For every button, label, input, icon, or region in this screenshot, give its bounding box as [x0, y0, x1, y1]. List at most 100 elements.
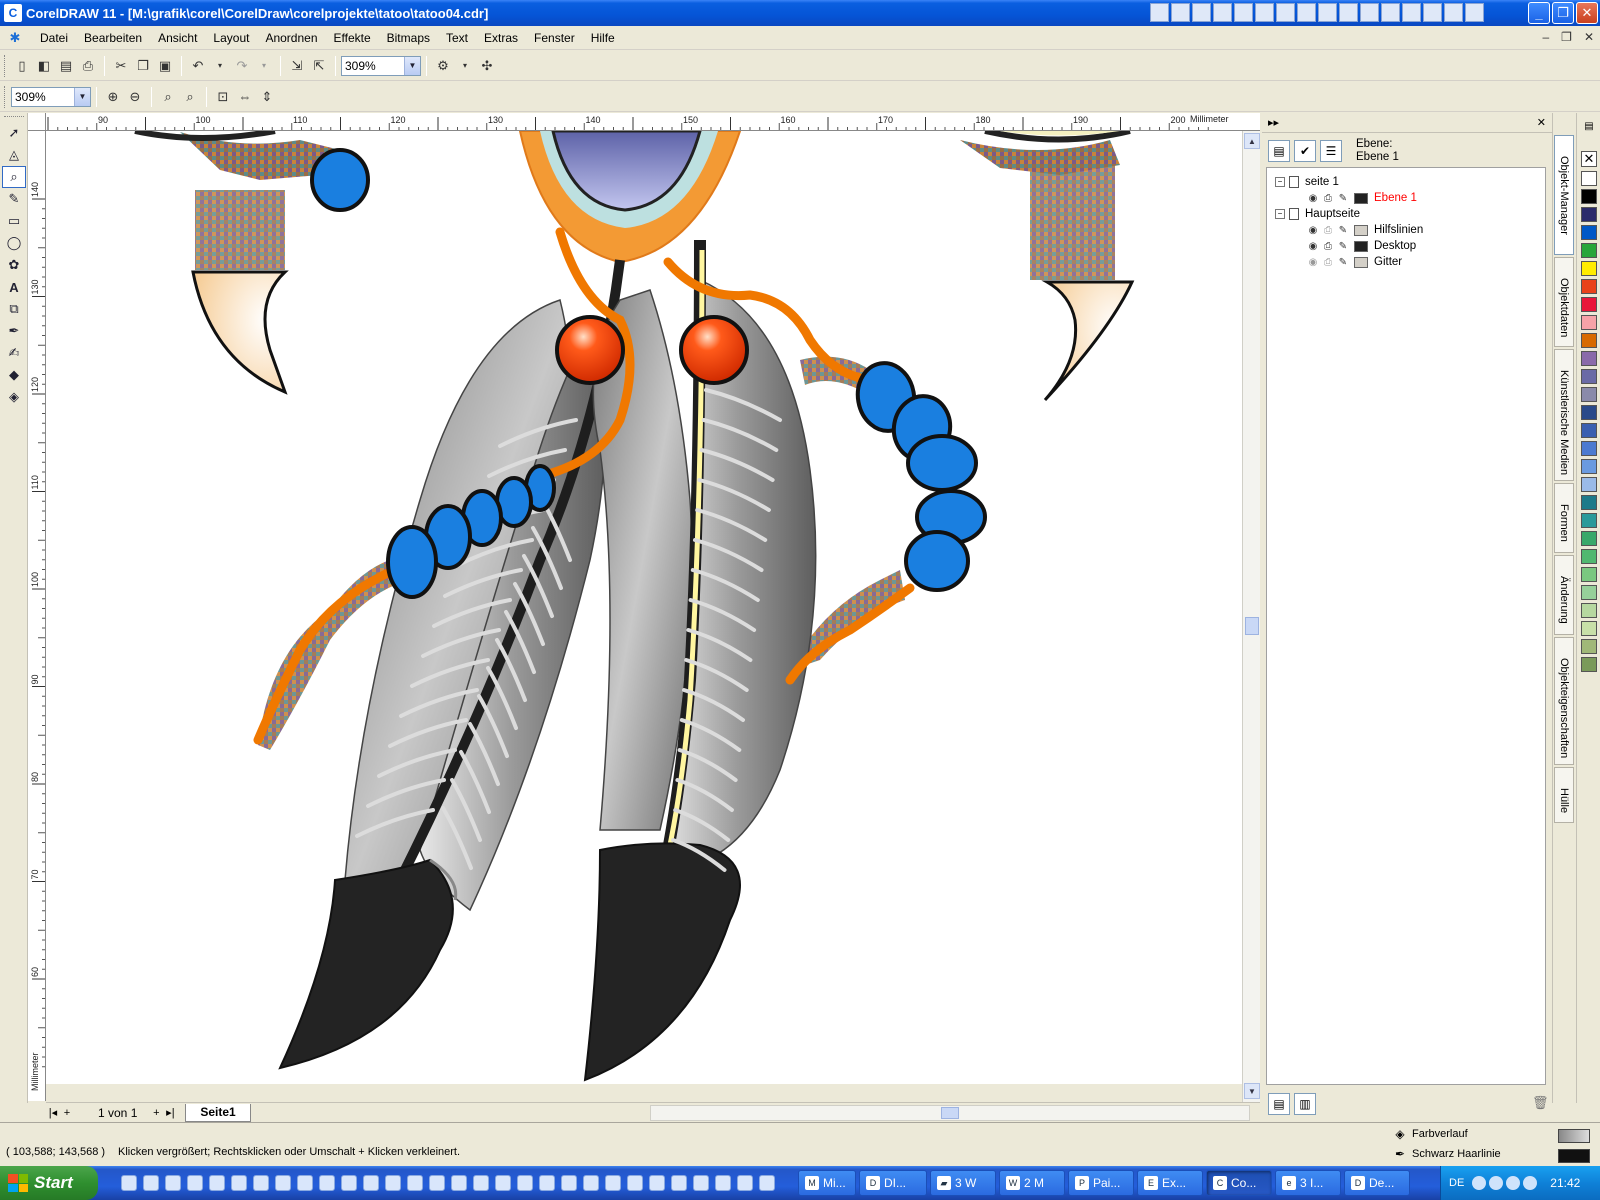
- quicklaunch-icon[interactable]: [715, 1175, 731, 1191]
- quicklaunch-icon[interactable]: [671, 1175, 687, 1191]
- shortcut-icon[interactable]: [1192, 3, 1211, 22]
- task-button-pai[interactable]: P Pai...: [1068, 1170, 1134, 1196]
- palette-swatch[interactable]: [1581, 531, 1597, 546]
- quicklaunch-icon[interactable]: [649, 1175, 665, 1191]
- object-tree[interactable]: − seite 1 ◉ ⎙ ✎ Ebene 1 − Hauptseite ◉ ⎙…: [1266, 167, 1546, 1085]
- menu-bitmaps[interactable]: Bitmaps: [379, 26, 438, 50]
- quicklaunch-icon[interactable]: [517, 1175, 533, 1191]
- palette-swatch[interactable]: [1581, 243, 1597, 258]
- new-master-layer-icon[interactable]: ▥: [1294, 1093, 1316, 1115]
- shortcut-icon[interactable]: [1381, 3, 1400, 22]
- menu-hilfe[interactable]: Hilfe: [583, 26, 623, 50]
- shortcut-icon[interactable]: [1360, 3, 1379, 22]
- palette-swatch[interactable]: [1581, 333, 1597, 348]
- delete-layer-icon[interactable]: 🗑: [1532, 1095, 1549, 1111]
- show-properties-icon[interactable]: ▤: [1268, 140, 1290, 162]
- shortcut-icon[interactable]: [1213, 3, 1232, 22]
- shortcut-icon[interactable]: [1276, 3, 1295, 22]
- eye-icon[interactable]: ◉: [1307, 240, 1319, 252]
- collapse-icon[interactable]: −: [1275, 209, 1285, 219]
- page-tab-seite1[interactable]: Seite1: [185, 1103, 251, 1122]
- outline-tool-icon[interactable]: ✍: [2, 342, 26, 364]
- layer-color-swatch[interactable]: [1354, 240, 1368, 252]
- palette-swatch[interactable]: [1581, 369, 1597, 384]
- zoom-to-width-icon[interactable]: ⇔: [235, 87, 255, 107]
- chevron-down-icon[interactable]: ▼: [404, 56, 420, 75]
- tree-row-desktop[interactable]: ◉ ⎙ ✎ Desktop: [1267, 238, 1545, 254]
- save-icon[interactable]: ▤: [56, 56, 76, 76]
- tray-icon[interactable]: [1489, 1176, 1504, 1190]
- tree-row-ebene1[interactable]: ◉ ⎙ ✎ Ebene 1: [1267, 190, 1545, 206]
- fill-swatch[interactable]: [1558, 1129, 1590, 1143]
- drawing-canvas[interactable]: [46, 131, 1242, 1084]
- doc-minimize-icon[interactable]: –: [1542, 30, 1549, 44]
- quicklaunch-icon[interactable]: [253, 1175, 269, 1191]
- palette-menu-icon[interactable]: ▤: [1581, 121, 1597, 135]
- scroll-down-icon[interactable]: ▼: [1244, 1083, 1260, 1099]
- shortcut-icon[interactable]: [1150, 3, 1169, 22]
- redo-icon[interactable]: ↷: [232, 56, 252, 76]
- shortcut-icon[interactable]: [1402, 3, 1421, 22]
- collapse-icon[interactable]: −: [1275, 177, 1285, 187]
- zoom-to-selected-icon[interactable]: ⌕: [158, 87, 178, 107]
- task-button-mi[interactable]: M Mi...: [798, 1170, 856, 1196]
- quicklaunch-icon[interactable]: [165, 1175, 181, 1191]
- eye-icon[interactable]: ◉: [1307, 192, 1319, 204]
- tree-row-hauptseite[interactable]: − Hauptseite: [1267, 206, 1545, 222]
- layer-manager-view-icon[interactable]: ☰: [1320, 140, 1342, 162]
- quicklaunch-icon[interactable]: [319, 1175, 335, 1191]
- palette-swatch[interactable]: [1581, 423, 1597, 438]
- tab-aenderung[interactable]: Änderung: [1554, 555, 1574, 635]
- quicklaunch-icon[interactable]: [539, 1175, 555, 1191]
- doc-restore-icon[interactable]: ❐: [1561, 30, 1572, 44]
- quicklaunch-icon[interactable]: [297, 1175, 313, 1191]
- tray-icon[interactable]: [1506, 1176, 1521, 1190]
- palette-swatch[interactable]: [1581, 279, 1597, 294]
- layer-color-swatch[interactable]: [1354, 256, 1368, 268]
- menu-fenster[interactable]: Fenster: [526, 26, 583, 50]
- quicklaunch-icon[interactable]: [429, 1175, 445, 1191]
- new-icon[interactable]: ▯: [12, 56, 32, 76]
- zoom-to-height-icon[interactable]: ⇕: [257, 87, 277, 107]
- eyedropper-tool-icon[interactable]: ✒: [2, 320, 26, 342]
- outline-info[interactable]: ✒ Schwarz Haarlinie: [1392, 1147, 1501, 1161]
- pencil-icon[interactable]: ✎: [1337, 192, 1349, 204]
- zoom-out-icon[interactable]: ⊖: [125, 87, 145, 107]
- corel-online-icon[interactable]: ✣: [477, 56, 497, 76]
- zoom-to-page-icon[interactable]: ⊡: [213, 87, 233, 107]
- fill-info[interactable]: ◈ Farbverlauf: [1392, 1127, 1467, 1141]
- palette-swatch[interactable]: [1581, 549, 1597, 564]
- shortcut-icon[interactable]: [1171, 3, 1190, 22]
- doc-close-icon[interactable]: ✕: [1584, 30, 1594, 44]
- polygon-tool-icon[interactable]: ✿: [2, 254, 26, 276]
- quicklaunch-icon[interactable]: [737, 1175, 753, 1191]
- quicklaunch-icon[interactable]: [363, 1175, 379, 1191]
- toolbox-grip[interactable]: [4, 116, 24, 119]
- palette-swatch[interactable]: [1581, 495, 1597, 510]
- quicklaunch-icon[interactable]: [693, 1175, 709, 1191]
- minimize-button[interactable]: _: [1528, 2, 1550, 24]
- pencil-icon[interactable]: ✎: [1337, 256, 1349, 268]
- coreldraw-app-icon[interactable]: C: [4, 4, 22, 22]
- palette-swatch[interactable]: [1581, 567, 1597, 582]
- zoom-levels-combo[interactable]: 309% ▼: [11, 86, 91, 107]
- palette-swatch[interactable]: [1581, 297, 1597, 312]
- document-icon[interactable]: ✱: [8, 30, 22, 45]
- menu-datei[interactable]: Datei: [32, 26, 76, 50]
- pick-tool-icon[interactable]: ➚: [2, 122, 26, 144]
- palette-swatch[interactable]: [1581, 585, 1597, 600]
- language-indicator[interactable]: DE: [1449, 1177, 1464, 1189]
- cut-icon[interactable]: ✂: [111, 56, 131, 76]
- printer-icon[interactable]: ⎙: [1322, 240, 1334, 252]
- vertical-scrollbar[interactable]: ▲ ▼: [1242, 131, 1260, 1102]
- quicklaunch-icon[interactable]: [451, 1175, 467, 1191]
- menu-anordnen[interactable]: Anordnen: [257, 26, 325, 50]
- add-page-after-icon[interactable]: +: [149, 1105, 163, 1121]
- text-tool-icon[interactable]: A: [2, 276, 26, 298]
- palette-swatch[interactable]: [1581, 441, 1597, 456]
- quicklaunch-icon[interactable]: [759, 1175, 775, 1191]
- palette-swatch[interactable]: [1581, 513, 1597, 528]
- tray-icon[interactable]: [1523, 1176, 1538, 1190]
- quicklaunch-icon[interactable]: [605, 1175, 621, 1191]
- docker-close-icon[interactable]: ✕: [1537, 116, 1546, 129]
